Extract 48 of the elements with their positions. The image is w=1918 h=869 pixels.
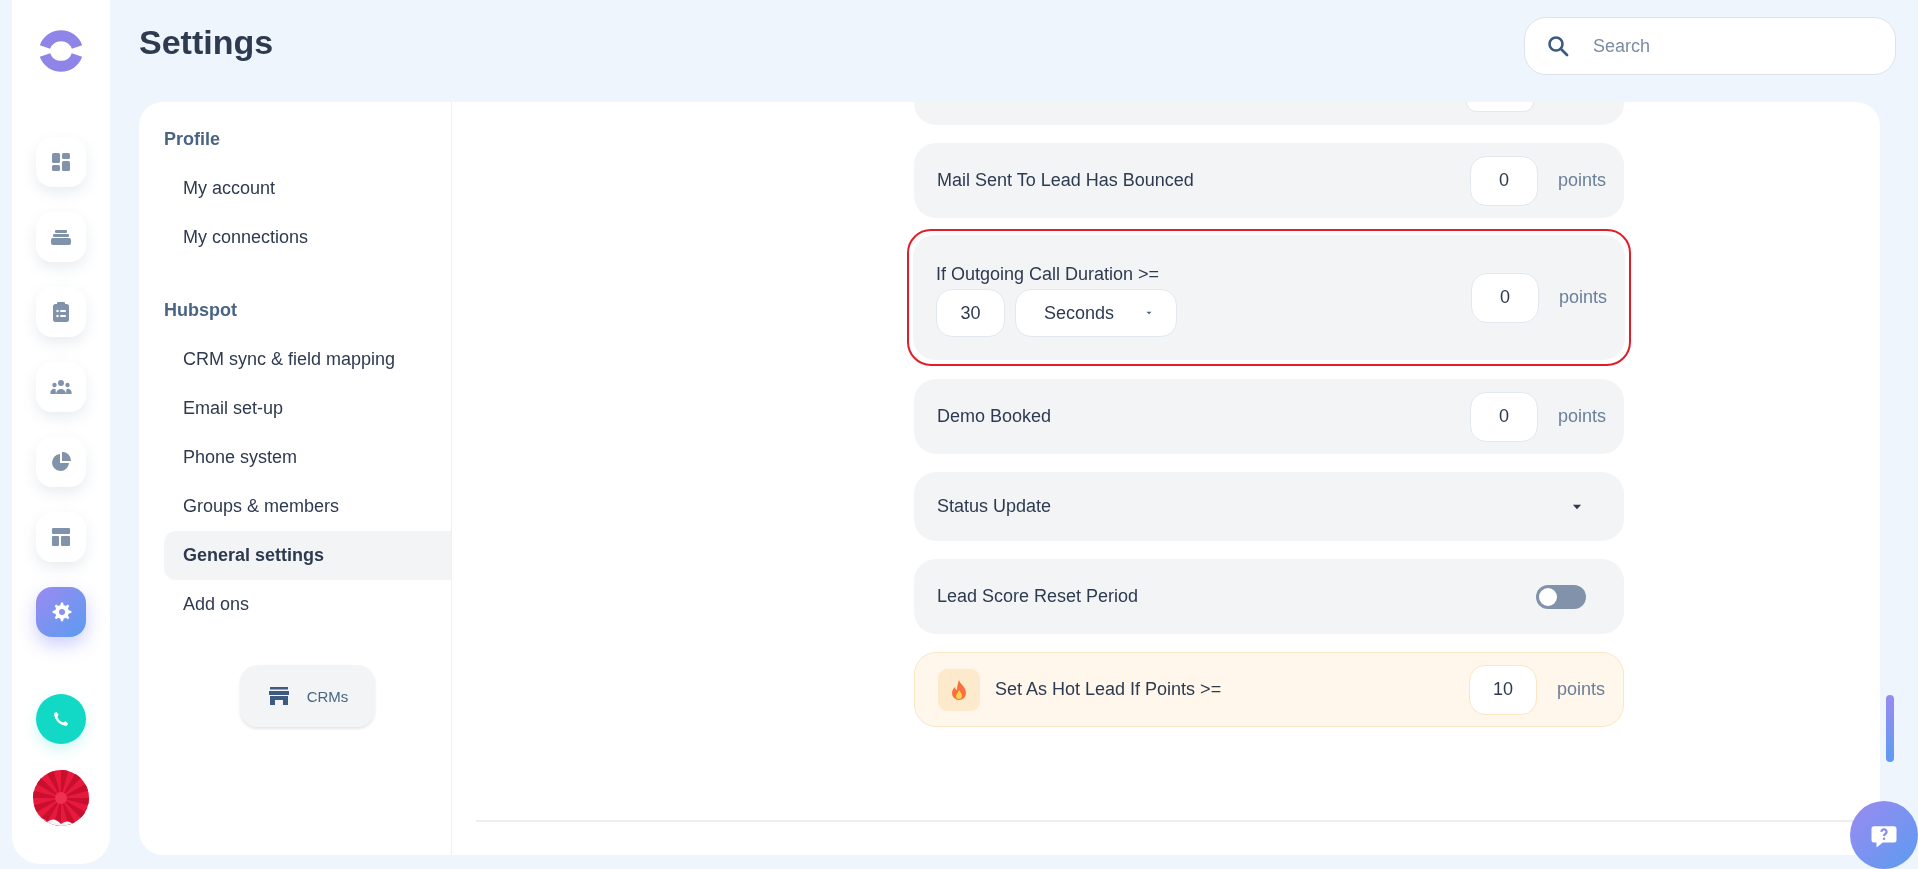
menu-item[interactable]: Email set-up: [164, 384, 451, 433]
nav-button[interactable]: [36, 437, 86, 487]
rule-label: Mail Sent To Lead Has Bounced: [937, 170, 1195, 191]
store-icon: [266, 684, 291, 708]
toggle-switch[interactable]: [1536, 584, 1586, 609]
page-title: Settings: [139, 22, 274, 62]
nav-button[interactable]: [36, 362, 86, 412]
rule-label: Lead Score Reset Period: [937, 586, 1140, 607]
nav-button[interactable]: [36, 587, 86, 637]
search-field[interactable]: Search: [1524, 17, 1896, 75]
menu-item[interactable]: Phone system: [164, 433, 451, 482]
points-field[interactable]: 10: [1468, 664, 1537, 715]
section-heading: Profile: [164, 128, 221, 151]
status-dropdown[interactable]: Status Update: [914, 472, 1624, 541]
rule-label: If Outgoing Call Duration >=: [936, 264, 1161, 285]
unit-label: points: [1557, 406, 1606, 427]
unit-label: points: [1556, 679, 1605, 700]
dashboard-icon: [49, 150, 73, 174]
rule-label: Status Update: [937, 496, 1053, 517]
unit-label: points: [1558, 287, 1607, 308]
menu-item[interactable]: My connections: [164, 213, 451, 262]
points-field[interactable]: 0: [1470, 272, 1539, 323]
rule-label: Set As Hot Lead If Points >=: [995, 679, 1223, 700]
points-field[interactable]: 0: [1469, 391, 1538, 442]
menu-item[interactable]: CRM sync & field mapping: [164, 335, 451, 384]
menu-item[interactable]: Add ons: [164, 580, 451, 629]
phone-icon: [51, 709, 71, 729]
rule-label: Demo Booked: [937, 406, 1053, 427]
nav-button[interactable]: [36, 512, 86, 562]
duration-field[interactable]: 30: [936, 289, 1005, 337]
points-field[interactable]: [1466, 102, 1534, 112]
logo-icon: [38, 28, 84, 74]
nav-button[interactable]: [36, 287, 86, 337]
nav-button[interactable]: [36, 212, 86, 262]
phone-button[interactable]: [36, 694, 86, 744]
crms-button[interactable]: CRMs: [240, 665, 375, 727]
period-dropdown[interactable]: Seconds: [1015, 289, 1177, 337]
menu-item[interactable]: Groups & members: [164, 482, 451, 531]
unit-label: points: [1557, 170, 1606, 191]
pie-chart-icon: [49, 450, 73, 474]
scrollbar-thumb[interactable]: [1886, 695, 1894, 762]
points-field[interactable]: 0: [1469, 155, 1538, 206]
flame-icon: [938, 668, 980, 711]
nav-button[interactable]: [36, 137, 86, 187]
section-heading: Hubspot: [164, 299, 238, 322]
layout-icon: [49, 525, 73, 549]
menu-item[interactable]: General settings: [164, 531, 451, 580]
menu-item[interactable]: My account: [164, 164, 451, 213]
